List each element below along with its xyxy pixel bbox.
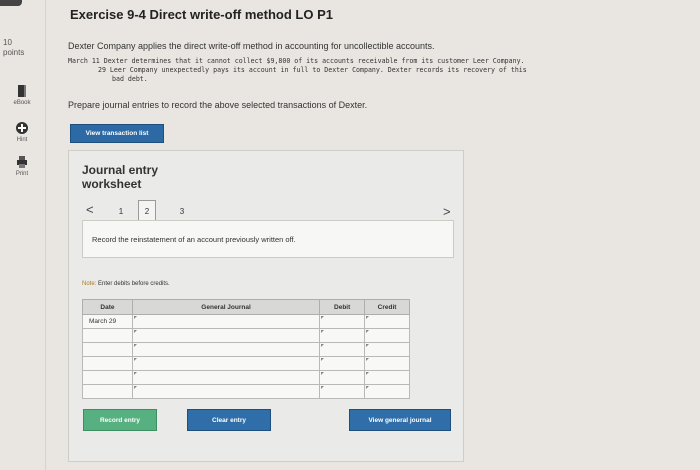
menu-tab[interactable] xyxy=(0,0,22,6)
transaction-text: March 11 Dexter determines that it canno… xyxy=(68,57,628,84)
date-cell: March 29 xyxy=(82,314,133,329)
page-tab-3[interactable]: 3 xyxy=(173,200,191,222)
account-cell[interactable] xyxy=(131,384,321,399)
column-header-date: Date xyxy=(82,299,133,315)
credit-cell[interactable] xyxy=(364,314,410,329)
transaction-line: 29 Leer Company unexpectedly pays its ac… xyxy=(98,66,527,74)
column-header-credit: Credit xyxy=(364,299,410,315)
note-text: Enter debits before credits. xyxy=(98,281,170,287)
account-cell[interactable] xyxy=(131,328,321,343)
view-general-journal-button[interactable]: View general journal xyxy=(349,409,451,431)
hint-tool[interactable]: Hint xyxy=(4,121,40,143)
previous-page-chevron-icon[interactable]: < xyxy=(86,202,94,217)
date-cell xyxy=(82,342,133,357)
points-indicator: 10 points xyxy=(3,38,43,58)
print-tool[interactable]: Print xyxy=(4,155,40,177)
column-header-debit: Debit xyxy=(319,299,366,315)
page-tab-1[interactable]: 1 xyxy=(112,200,130,222)
credit-cell[interactable] xyxy=(364,342,410,357)
credit-cell[interactable] xyxy=(364,356,410,371)
account-cell[interactable] xyxy=(131,342,321,357)
debit-cell[interactable] xyxy=(319,328,366,343)
table-row xyxy=(82,384,410,399)
journal-table: Date General Journal Debit Credit March … xyxy=(82,299,410,399)
account-cell[interactable] xyxy=(131,370,321,385)
account-cell[interactable] xyxy=(131,314,321,329)
debit-cell[interactable] xyxy=(319,370,366,385)
table-row xyxy=(82,328,410,343)
debit-cell[interactable] xyxy=(319,314,366,329)
view-transaction-list-button[interactable]: View transaction list xyxy=(70,124,164,143)
date-cell xyxy=(82,370,133,385)
points-label: points xyxy=(3,48,25,57)
clear-entry-button[interactable]: Clear entry xyxy=(187,409,271,431)
debit-cell[interactable] xyxy=(319,384,366,399)
table-row: March 29 xyxy=(82,314,410,329)
book-icon xyxy=(18,85,26,97)
sidebar: 10 points eBook Hint Print xyxy=(0,0,46,470)
points-value: 10 xyxy=(3,38,12,47)
note: Note: Enter debits before credits. xyxy=(82,281,170,287)
prepare-instruction: Prepare journal entries to record the ab… xyxy=(68,100,368,110)
debit-cell[interactable] xyxy=(319,342,366,357)
table-row xyxy=(82,370,410,385)
print-icon xyxy=(17,156,27,168)
date-cell xyxy=(82,328,133,343)
table-row xyxy=(82,356,410,371)
exercise-title: Exercise 9-4 Direct write-off method LO … xyxy=(70,7,333,22)
transaction-line: bad debt. xyxy=(112,75,148,83)
ebook-label: eBook xyxy=(13,100,31,106)
debit-cell[interactable] xyxy=(319,356,366,371)
print-label: Print xyxy=(15,171,29,177)
table-row xyxy=(82,342,410,357)
credit-cell[interactable] xyxy=(364,328,410,343)
date-cell xyxy=(82,356,133,371)
note-label: Note: xyxy=(82,281,97,287)
worksheet-title: Journal entry worksheet xyxy=(82,163,159,191)
credit-cell[interactable] xyxy=(364,384,410,399)
credit-cell[interactable] xyxy=(364,370,410,385)
account-cell[interactable] xyxy=(131,356,321,371)
date-cell xyxy=(82,384,133,399)
next-page-chevron-icon[interactable]: > xyxy=(443,204,451,219)
column-header-general-journal: General Journal xyxy=(131,299,321,315)
hint-label: Hint xyxy=(16,137,28,143)
page-tab-2[interactable]: 2 xyxy=(138,200,156,222)
exercise-intro: Dexter Company applies the direct write-… xyxy=(68,41,435,51)
instruction-text: Record the reinstatement of an account p… xyxy=(92,235,296,244)
record-entry-button[interactable]: Record entry xyxy=(83,409,157,431)
table-header-row: Date General Journal Debit Credit xyxy=(82,299,410,315)
transaction-line: March 11 Dexter determines that it canno… xyxy=(68,57,525,65)
ebook-tool[interactable]: eBook xyxy=(4,84,40,106)
hint-icon xyxy=(16,122,28,134)
